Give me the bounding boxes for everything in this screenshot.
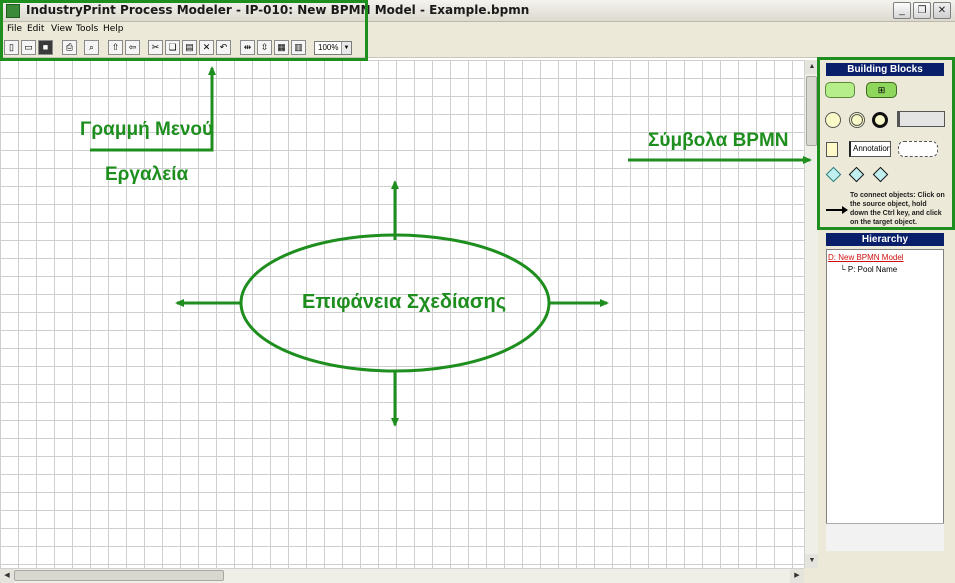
tools-label: Εργαλεία bbox=[105, 164, 189, 185]
design-surface-label: Επιφάνεια Σχεδίασης bbox=[302, 291, 507, 313]
bpmn-symbols-label: Σύμβολα BPMN bbox=[648, 130, 789, 151]
menu-line-label: Γραμμή Μενού bbox=[80, 119, 214, 140]
